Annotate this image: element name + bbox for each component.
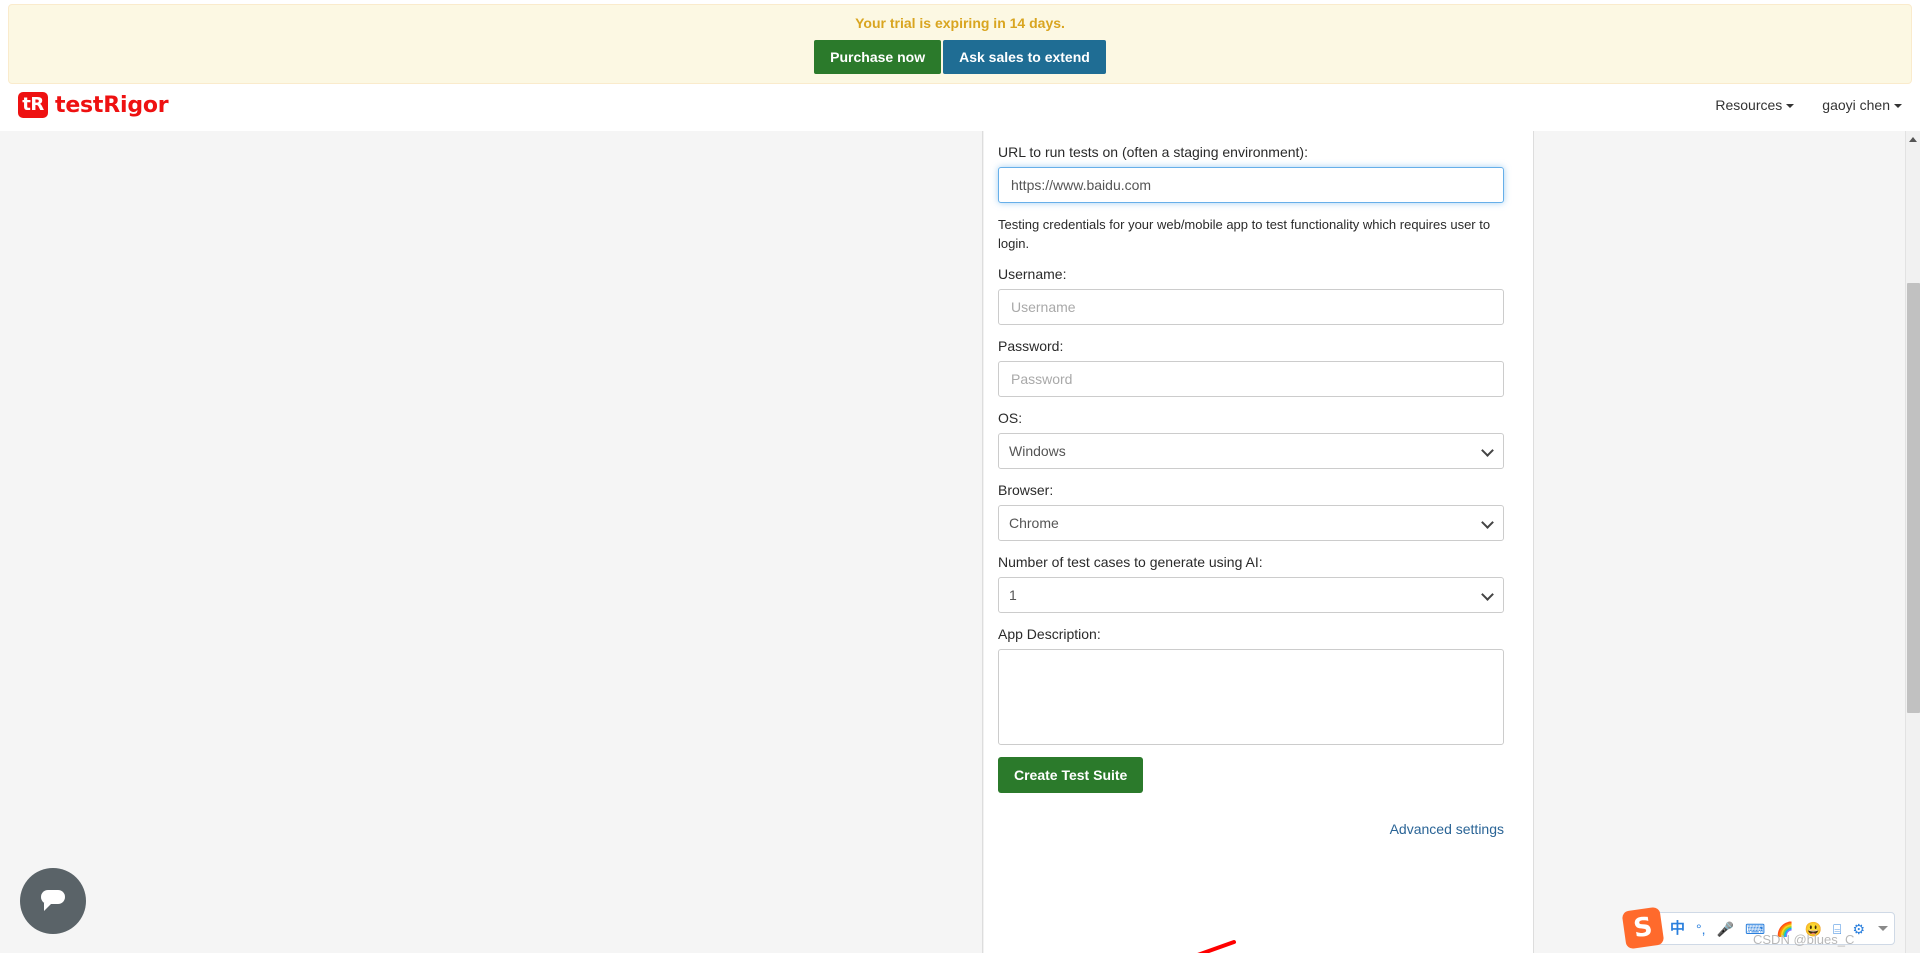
site-header: tR testRigor Resources gaoyi chen — [0, 86, 1920, 131]
advanced-settings-link[interactable]: Advanced settings — [1390, 821, 1504, 837]
trial-banner: Your trial is expiring in 14 days. Purch… — [8, 4, 1912, 84]
app-description-label: App Description: — [998, 626, 1101, 642]
browser-page: Your trial is expiring in 14 days. Purch… — [0, 0, 1920, 953]
password-field-group: Password: — [998, 337, 1519, 397]
ime-expand-caret-icon[interactable] — [1878, 926, 1889, 931]
url-input[interactable] — [998, 167, 1504, 203]
nav-item-resources[interactable]: Resources — [1715, 97, 1795, 113]
username-label: Username: — [998, 266, 1067, 282]
logo-mark-icon: tR — [18, 92, 48, 118]
testrigor-logo[interactable]: tR testRigor — [18, 92, 169, 118]
nav-item-resources-label: Resources — [1715, 97, 1783, 113]
test-cases-field-group: Number of test cases to generate using A… — [998, 553, 1519, 613]
chevron-down-icon — [1786, 104, 1795, 108]
ime-toolbar: S 中 °, 🎤 ⌨ 🌈 😃 ⌸ ⚙ — [1621, 906, 1896, 950]
browser-field-group: Browser: Chrome — [998, 481, 1519, 541]
page-body: URL to run tests on (often a staging env… — [0, 131, 1920, 953]
punctuation-mode-icon[interactable]: °, — [1696, 922, 1706, 936]
nav-item-user-menu[interactable]: gaoyi chen — [1822, 97, 1902, 113]
test-cases-label: Number of test cases to generate using A… — [998, 554, 1263, 570]
app-description-textarea[interactable] — [998, 649, 1504, 745]
skin-icon[interactable]: 🌈 — [1776, 922, 1793, 936]
toolbox-icon[interactable]: ⌸ — [1833, 922, 1841, 936]
ask-sales-to-extend-button[interactable]: Ask sales to extend — [943, 40, 1106, 74]
sogou-logo-icon[interactable]: S — [1621, 906, 1665, 950]
os-select-wrap: Windows — [998, 433, 1504, 469]
browser-select[interactable]: Chrome — [998, 505, 1504, 541]
password-input[interactable] — [998, 361, 1504, 397]
chat-bubble-icon — [41, 890, 65, 911]
soft-keyboard-icon[interactable]: ⌨ — [1745, 922, 1765, 936]
os-label: OS: — [998, 410, 1023, 426]
microphone-icon[interactable]: 🎤 — [1717, 922, 1734, 936]
emoji-icon[interactable]: 😃 — [1805, 922, 1822, 936]
url-label: URL to run tests on (often a staging env… — [998, 144, 1308, 160]
username-input[interactable] — [998, 289, 1504, 325]
trial-message: Your trial is expiring in 14 days. — [855, 15, 1065, 31]
scrollbar-thumb[interactable] — [1907, 283, 1920, 713]
advanced-settings-row: Advanced settings — [998, 821, 1504, 839]
password-label: Password: — [998, 338, 1064, 354]
create-test-suite-form: URL to run tests on (often a staging env… — [984, 131, 1533, 953]
test-cases-select-wrap: 1 — [998, 577, 1504, 613]
os-field-group: OS: Windows — [998, 409, 1519, 469]
settings-icon[interactable]: ⚙ — [1852, 922, 1865, 936]
trial-banner-actions: Purchase now Ask sales to extend — [9, 40, 1911, 74]
test-cases-select[interactable]: 1 — [998, 577, 1504, 613]
os-select[interactable]: Windows — [998, 433, 1504, 469]
purchase-now-button[interactable]: Purchase now — [814, 40, 942, 74]
right-gutter-panel — [1533, 131, 1905, 953]
vertical-scrollbar[interactable] — [1905, 131, 1920, 953]
logo-wordmark: testRigor — [55, 92, 169, 118]
app-description-field-group: App Description: — [998, 625, 1519, 745]
header-nav: Resources gaoyi chen — [1715, 97, 1902, 113]
url-field-group: URL to run tests on (often a staging env… — [998, 131, 1519, 203]
left-gutter-panel — [0, 131, 983, 953]
chevron-down-icon — [1894, 104, 1902, 108]
scroll-up-arrow-icon[interactable] — [1909, 137, 1917, 142]
language-mode-icon[interactable]: 中 — [1670, 921, 1685, 936]
chat-widget-button[interactable] — [20, 868, 86, 934]
credentials-helper-text: Testing credentials for your web/mobile … — [998, 217, 1491, 251]
nav-item-user-label: gaoyi chen — [1822, 97, 1890, 113]
create-test-suite-button[interactable]: Create Test Suite — [998, 757, 1144, 793]
browser-select-wrap: Chrome — [998, 505, 1504, 541]
browser-label: Browser: — [998, 482, 1054, 498]
username-field-group: Username: — [998, 265, 1519, 325]
